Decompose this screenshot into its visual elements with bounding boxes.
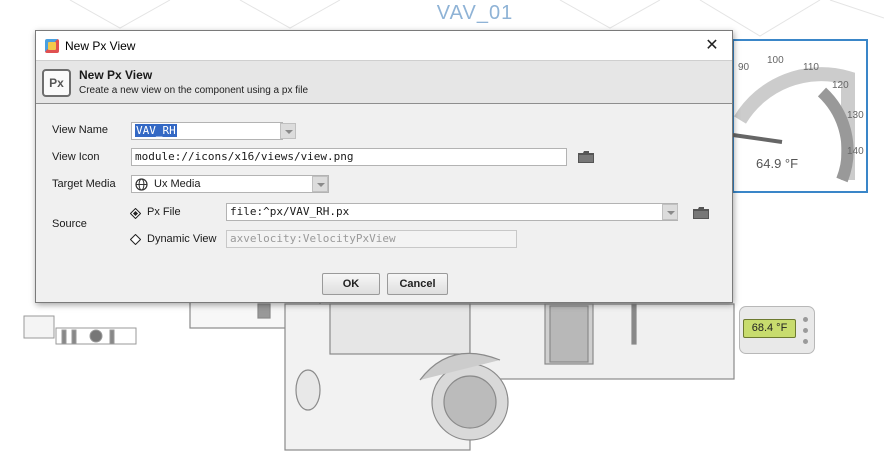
- app-icon: [45, 38, 59, 53]
- cancel-button[interactable]: Cancel: [387, 273, 448, 295]
- close-button[interactable]: ✕: [702, 35, 722, 55]
- dialog-header: Px New Px View Create a new view on the …: [36, 60, 732, 104]
- radio-unselected-icon: [130, 234, 141, 245]
- view-icon-input[interactable]: module://icons/x16/views/view.png: [131, 148, 567, 166]
- gauge-tick-label: 90: [738, 62, 750, 73]
- view-name-label: View Name: [52, 124, 109, 136]
- dynamic-view-label[interactable]: Dynamic View: [147, 233, 217, 245]
- thermostat-button: [803, 328, 808, 333]
- thermostat-button: [803, 317, 808, 322]
- px-file-radio[interactable]: [130, 208, 141, 219]
- graphic-title: VAV_01: [436, 2, 514, 24]
- target-media-label: Target Media: [52, 178, 116, 190]
- source-label: Source: [52, 218, 87, 230]
- header-subtitle: Create a new view on the component using…: [79, 85, 309, 96]
- px-file-input[interactable]: file:^px/VAV_RH.px: [226, 203, 678, 221]
- folder-icon: [693, 207, 709, 219]
- px-file-browse-button[interactable]: [693, 207, 709, 219]
- header-title: New Px View: [79, 68, 153, 82]
- px-file-label[interactable]: Px File: [147, 206, 181, 218]
- thermostat-button: [803, 339, 808, 344]
- gauge-tick-label: 110: [803, 62, 819, 73]
- view-icon-label: View Icon: [52, 151, 100, 163]
- target-media-value: Ux Media: [154, 178, 201, 190]
- dynamic-view-input: axvelocity:VelocityPxView: [226, 230, 517, 248]
- radio-selected-icon: [130, 208, 141, 219]
- view-name-input[interactable]: VAV_RH: [131, 122, 283, 140]
- dynamic-view-radio[interactable]: [130, 234, 141, 245]
- gauge-tick-label: 120: [832, 80, 849, 91]
- gauge-readout: 64.9 °F: [756, 156, 799, 171]
- thermostat: 68.4 °F: [739, 306, 815, 354]
- target-media-select[interactable]: Ux Media: [131, 175, 329, 193]
- px-icon: Px: [42, 69, 71, 97]
- thermostat-display: 68.4 °F: [743, 319, 796, 338]
- view-name-value: VAV_RH: [135, 124, 177, 137]
- view-icon-browse-button[interactable]: [578, 151, 594, 163]
- close-icon: ✕: [705, 35, 719, 54]
- gauge-tick-label: 100: [767, 55, 784, 66]
- view-name-dropdown-arrow-icon[interactable]: [280, 123, 296, 139]
- gauge-tick-label: 130: [847, 110, 864, 121]
- gauge-tick-label: 140: [847, 146, 864, 157]
- dialog-titlebar[interactable]: New Px View ✕: [36, 31, 732, 60]
- folder-icon: [578, 151, 594, 163]
- ok-button[interactable]: OK: [322, 273, 380, 295]
- new-px-view-dialog: New Px View ✕ Px New Px View Create a ne…: [35, 30, 733, 303]
- window-title: New Px View: [65, 38, 136, 53]
- globe-icon: [135, 178, 148, 191]
- px-file-dropdown-arrow-icon[interactable]: [662, 204, 678, 220]
- target-media-dropdown-arrow-icon[interactable]: [312, 176, 328, 192]
